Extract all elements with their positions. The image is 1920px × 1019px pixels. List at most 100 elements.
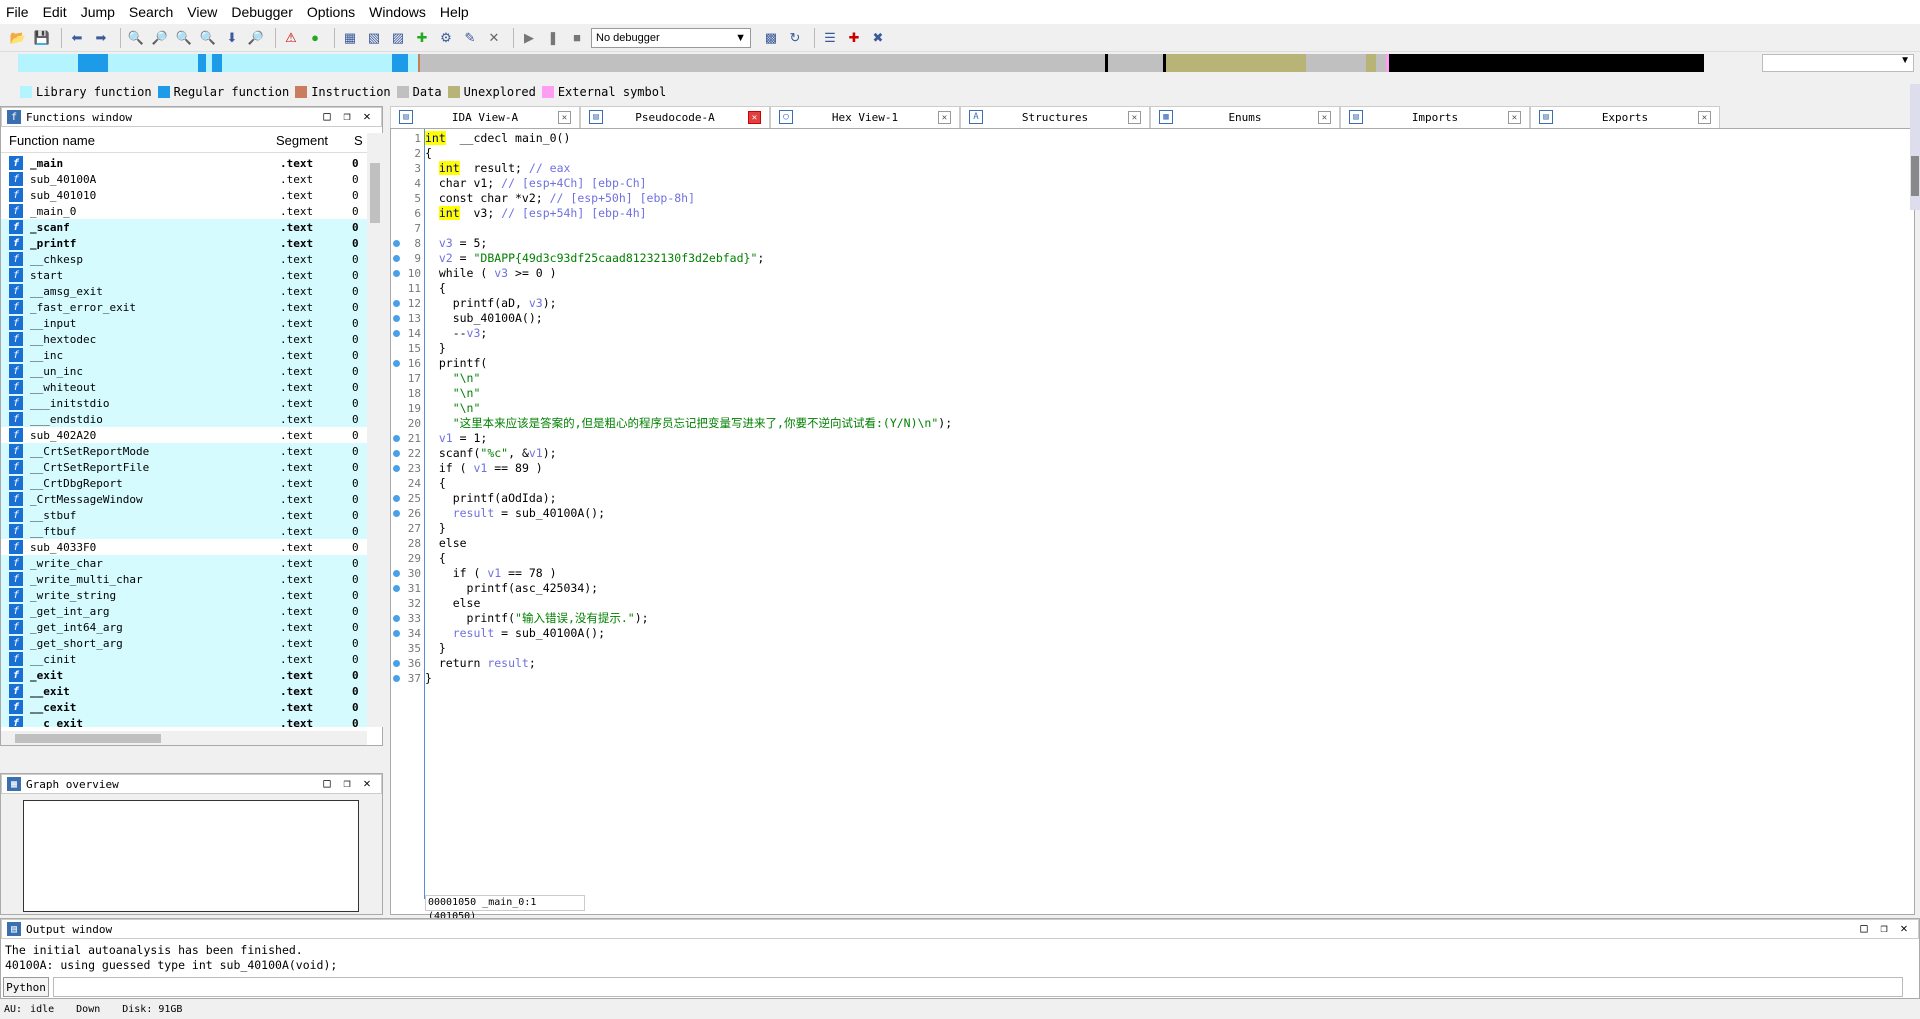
function-row[interactable]: f __amsg_exit .text 0 <box>1 283 367 299</box>
save-icon[interactable]: 💾 <box>32 28 52 48</box>
code-line[interactable]: result = sub_40100A(); <box>425 626 1895 641</box>
code-icon[interactable]: ▦ <box>340 28 360 48</box>
breakpoint-dot[interactable] <box>393 360 400 367</box>
back-icon[interactable]: ⬅ <box>67 28 87 48</box>
function-row[interactable]: f _get_int_arg .text 0 <box>1 603 367 619</box>
function-row[interactable]: f sub_4033F0 .text 0 <box>1 539 367 555</box>
functions-vertical-scrollbar[interactable] <box>367 133 383 727</box>
code-line[interactable]: const char *v2; // [esp+50h] [ebp-8h] <box>425 191 1895 206</box>
code-line[interactable]: printf("输入错误,没有提示."); <box>425 611 1895 626</box>
function-row[interactable]: f sub_402A20 .text 0 <box>1 427 367 443</box>
scroll-thumb[interactable] <box>1911 156 1919 196</box>
col-segment[interactable]: Segment <box>276 133 354 152</box>
start-debug-icon[interactable]: ▶ <box>519 28 539 48</box>
function-row[interactable]: f _exit .text 0 <box>1 667 367 683</box>
breakpoint-dot[interactable] <box>393 495 400 502</box>
breakpoint-dot[interactable] <box>393 585 400 592</box>
data-icon[interactable]: ▧ <box>364 28 384 48</box>
breakpoint-remove-icon[interactable]: ✖ <box>868 28 888 48</box>
edit-icon[interactable]: ✎ <box>460 28 480 48</box>
function-row[interactable]: f _main_0 .text 0 <box>1 203 367 219</box>
menu-help[interactable]: Help <box>440 4 469 20</box>
function-row[interactable]: f _write_char .text 0 <box>1 555 367 571</box>
breakpoint-dot[interactable] <box>393 675 400 682</box>
col-function-name[interactable]: Function name <box>1 133 276 152</box>
code-line[interactable]: "这里本来应该是答案的,但是粗心的程序员忘记把变量写进来了,你要不逆向试试看:(… <box>425 416 1895 431</box>
breakpoint-dot[interactable] <box>393 435 400 442</box>
code-line[interactable]: "\n" <box>425 401 1895 416</box>
close-icon[interactable]: ✕ <box>938 111 951 124</box>
python-button[interactable]: Python <box>3 977 49 997</box>
menu-search[interactable]: Search <box>129 4 173 20</box>
code-line[interactable]: if ( v1 == 89 ) <box>425 461 1895 476</box>
scroll-thumb[interactable] <box>370 163 380 223</box>
function-row[interactable]: f ___initstdio .text 0 <box>1 395 367 411</box>
function-row[interactable]: f __inc .text 0 <box>1 347 367 363</box>
close-icon[interactable]: ✕ <box>1508 111 1521 124</box>
float-icon[interactable]: ❐ <box>337 776 357 790</box>
function-row[interactable]: f _get_int64_arg .text 0 <box>1 619 367 635</box>
menu-file[interactable]: File <box>6 4 29 20</box>
tab-hex-view-1[interactable]: ◯ Hex View-1 ✕ <box>770 106 960 128</box>
function-row[interactable]: f _write_multi_char .text 0 <box>1 571 367 587</box>
col-s[interactable]: S <box>354 133 367 152</box>
close-icon[interactable]: ✕ <box>748 111 761 124</box>
menu-jump[interactable]: Jump <box>81 4 115 20</box>
breakpoint-dot[interactable] <box>393 510 400 517</box>
function-row[interactable]: f _printf .text 0 <box>1 235 367 251</box>
navigation-combo[interactable]: ▼ <box>1762 54 1914 72</box>
code-line[interactable]: "\n" <box>425 386 1895 401</box>
code-line[interactable]: v3 = 5; <box>425 236 1895 251</box>
function-row[interactable]: f _scanf .text 0 <box>1 219 367 235</box>
function-row[interactable]: f __CrtDbgReport .text 0 <box>1 475 367 491</box>
breakpoint-dot[interactable] <box>393 660 400 667</box>
function-row[interactable]: f __stbuf .text 0 <box>1 507 367 523</box>
menu-debugger[interactable]: Debugger <box>231 4 293 20</box>
breakpoint-dot[interactable] <box>393 630 400 637</box>
delete-icon[interactable]: ✕ <box>484 28 504 48</box>
float-icon[interactable]: ❐ <box>1874 921 1894 935</box>
patch-icon[interactable]: ⚙ <box>436 28 456 48</box>
tab-imports[interactable]: ▤ Imports ✕ <box>1340 106 1530 128</box>
function-row[interactable]: f _CrtMessageWindow .text 0 <box>1 491 367 507</box>
float-icon[interactable]: ❐ <box>337 109 357 123</box>
breakpoint-dot[interactable] <box>393 615 400 622</box>
code-line[interactable]: int v3; // [esp+54h] [ebp-4h] <box>425 206 1895 221</box>
close-icon[interactable]: ✕ <box>1894 921 1914 935</box>
search-next-icon[interactable]: 🔍 <box>198 28 218 48</box>
code-line[interactable]: int __cdecl main_0() <box>425 131 1895 146</box>
list-icon[interactable]: ☰ <box>820 28 840 48</box>
function-row[interactable]: f __CrtSetReportMode .text 0 <box>1 443 367 459</box>
function-row[interactable]: f __chkesp .text 0 <box>1 251 367 267</box>
tab-pseudocode-a[interactable]: ▤ Pseudocode-A ✕ <box>580 106 770 128</box>
code-line[interactable]: { <box>425 476 1895 491</box>
code-line[interactable]: { <box>425 146 1895 161</box>
minimize-icon[interactable]: □ <box>317 109 337 123</box>
code-line[interactable]: while ( v3 >= 0 ) <box>425 266 1895 281</box>
code-line[interactable]: } <box>425 671 1895 686</box>
code-line[interactable]: printf(aOdIda); <box>425 491 1895 506</box>
close-icon[interactable]: ✕ <box>357 109 377 123</box>
run-analysis-icon[interactable]: ● <box>305 28 325 48</box>
code-line[interactable]: sub_40100A(); <box>425 311 1895 326</box>
warning-icon[interactable]: ⚠ <box>281 28 301 48</box>
graph-overview-canvas[interactable] <box>23 800 359 912</box>
code-line[interactable]: printf(aD, v3); <box>425 296 1895 311</box>
function-row[interactable]: f __cexit .text 0 <box>1 699 367 715</box>
function-row[interactable]: f __hextodec .text 0 <box>1 331 367 347</box>
breakpoint-add-icon[interactable]: ✚ <box>844 28 864 48</box>
breakpoint-dot[interactable] <box>393 570 400 577</box>
tab-exports[interactable]: ▤ Exports ✕ <box>1530 106 1720 128</box>
code-line[interactable]: char v1; // [esp+4Ch] [ebp-Ch] <box>425 176 1895 191</box>
forward-icon[interactable]: ➡ <box>91 28 111 48</box>
breakpoint-dot[interactable] <box>393 450 400 457</box>
function-row[interactable]: f __whiteout .text 0 <box>1 379 367 395</box>
code-line[interactable]: v1 = 1; <box>425 431 1895 446</box>
code-line[interactable]: { <box>425 551 1895 566</box>
function-row[interactable]: f _write_string .text 0 <box>1 587 367 603</box>
pause-icon[interactable]: ❚ <box>543 28 563 48</box>
graph-overview-title-bar[interactable]: ▦ Graph overview □ ❐ ✕ <box>1 774 382 794</box>
function-row[interactable]: f start .text 0 <box>1 267 367 283</box>
close-icon[interactable]: ✕ <box>357 776 377 790</box>
search-immediate-icon[interactable]: 🔍 <box>174 28 194 48</box>
